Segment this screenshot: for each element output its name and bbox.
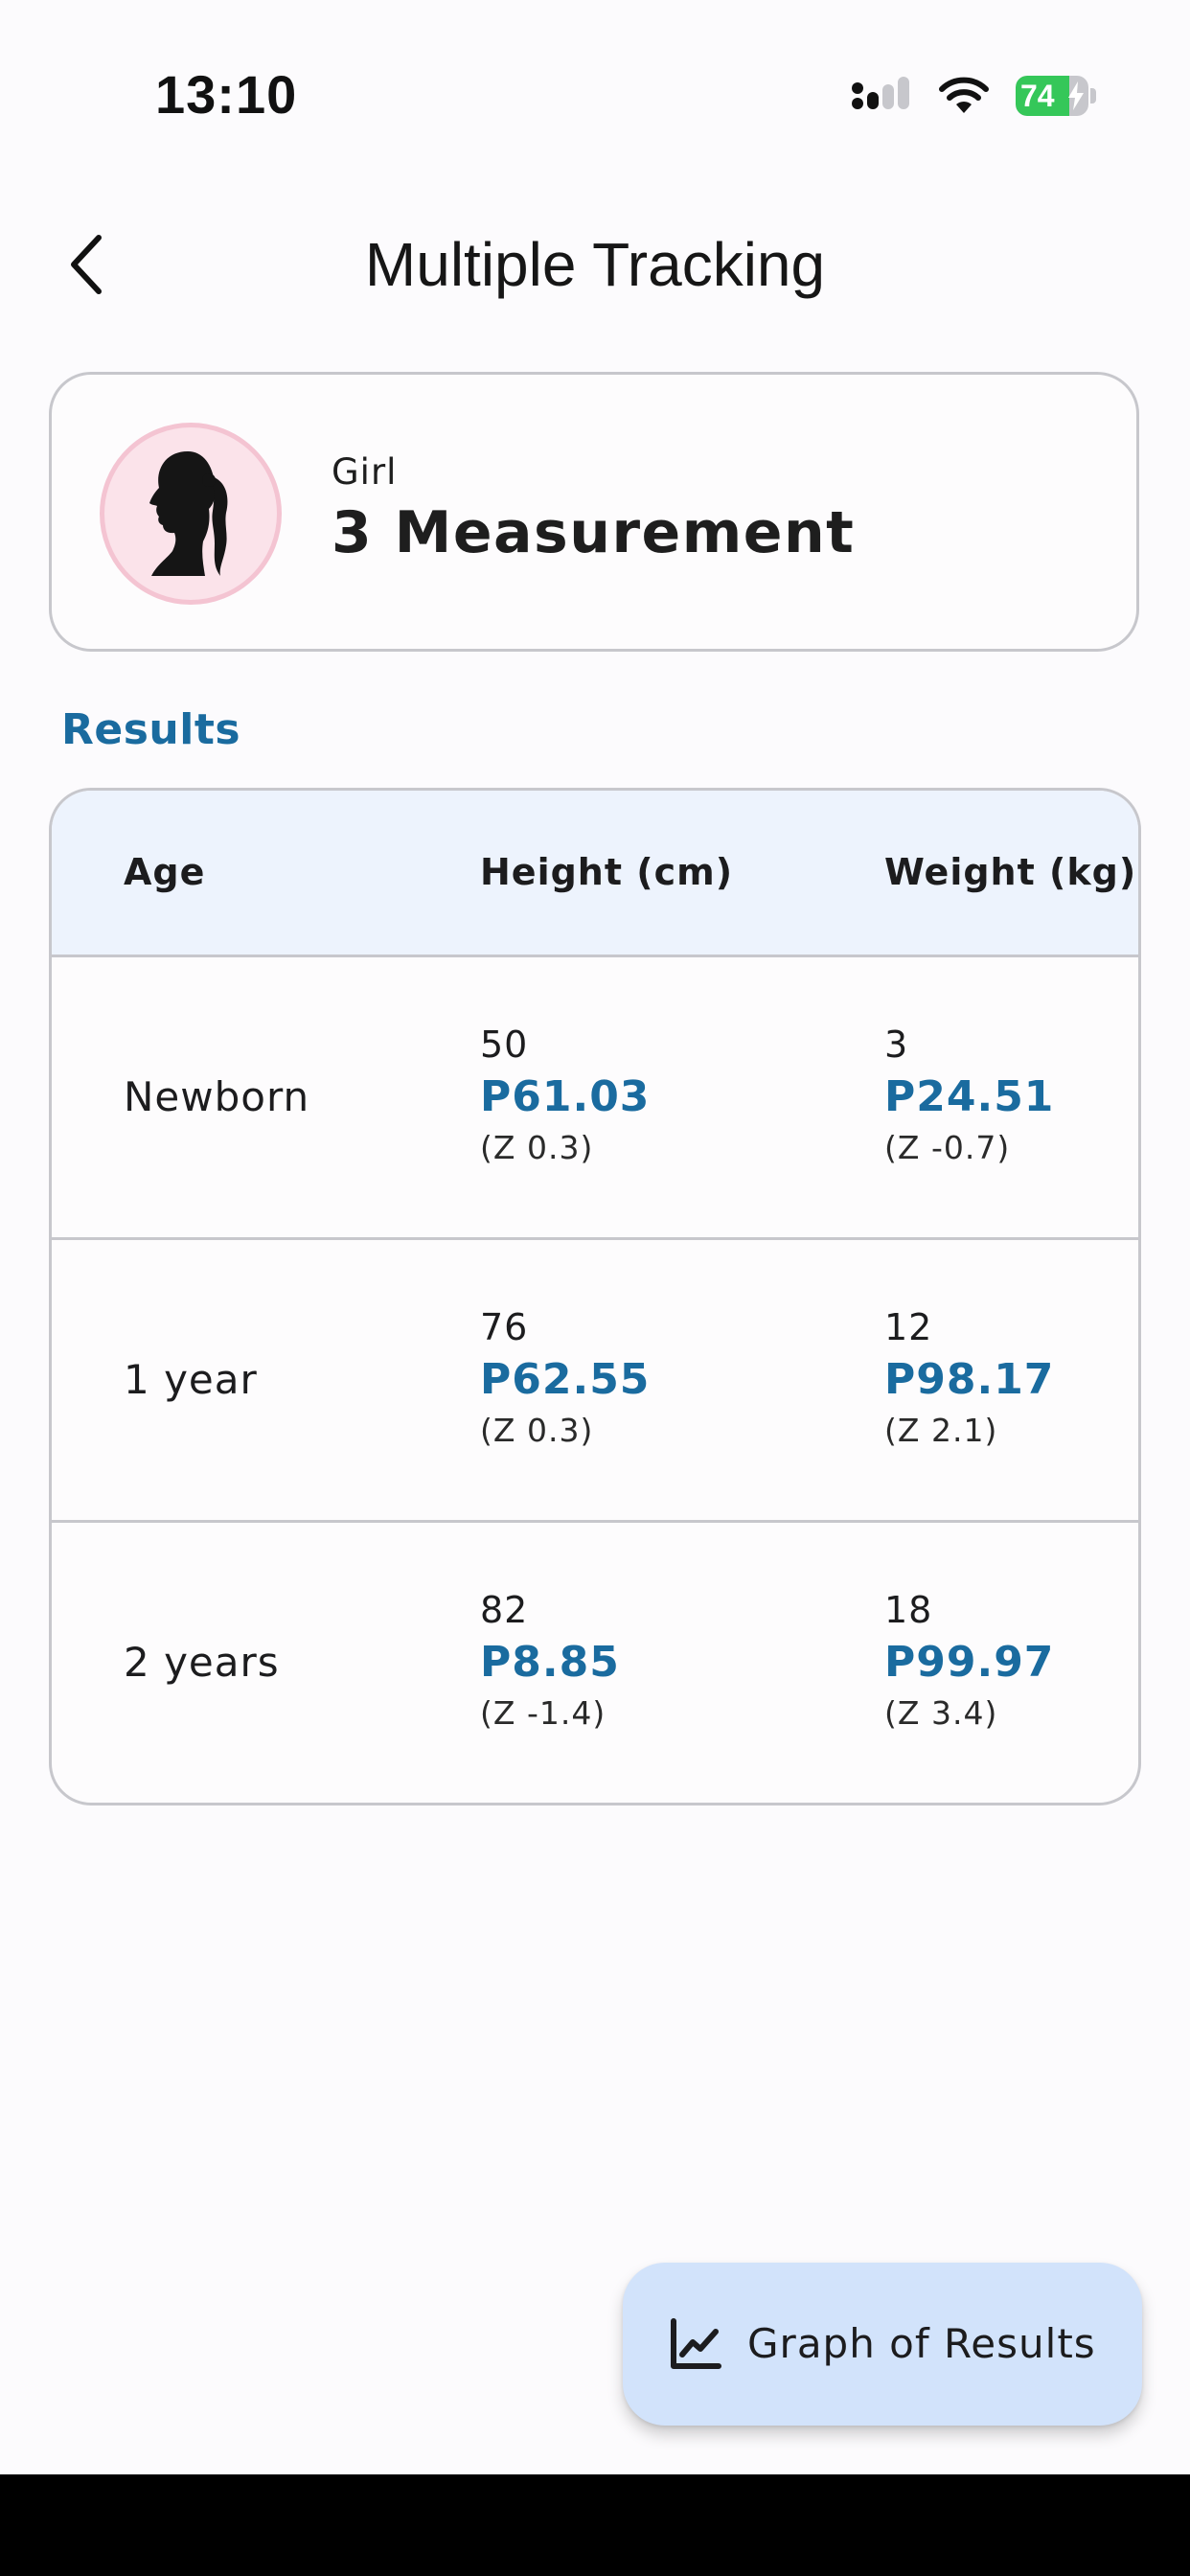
status-time: 13:10	[155, 64, 298, 125]
weight-percentile: P99.97	[884, 1638, 1055, 1687]
age-cell: Newborn	[124, 1073, 310, 1120]
weight-percentile: P98.17	[884, 1355, 1055, 1404]
weight-percentile: P24.51	[884, 1072, 1055, 1121]
weight-cell: 12 P98.17 (Z 2.1)	[884, 1303, 1138, 1453]
table-row: Newborn 50 P61.03 (Z 0.3) 3 P24.51 (Z -0…	[52, 957, 1138, 1240]
bottom-bar	[0, 2474, 1190, 2576]
height-z-score: (Z 0.3)	[480, 1412, 594, 1449]
column-header-weight: Weight (kg)	[884, 851, 1137, 893]
battery-indicator: 74	[1016, 76, 1096, 116]
age-cell: 1 year	[124, 1356, 258, 1403]
table-row: 1 year 76 P62.55 (Z 0.3) 12 P98.17 (Z 2.…	[52, 1240, 1138, 1523]
height-value: 76	[480, 1306, 529, 1348]
column-header-age: Age	[124, 851, 206, 893]
results-table: Age Height (cm) Weight (kg) Newborn 50 P…	[49, 788, 1141, 1806]
weight-z-score: (Z 2.1)	[884, 1412, 998, 1449]
battery-percent: 74	[1020, 79, 1055, 113]
weight-value: 12	[884, 1306, 933, 1348]
height-cell: 82 P8.85 (Z -1.4)	[480, 1586, 806, 1736]
column-header-height: Height (cm)	[480, 851, 734, 893]
table-header: Age Height (cm) Weight (kg)	[52, 791, 1138, 957]
weight-cell: 18 P99.97 (Z 3.4)	[884, 1586, 1138, 1736]
height-z-score: (Z -1.4)	[480, 1694, 606, 1732]
profile-card: Girl 3 Measurement	[49, 372, 1139, 652]
height-percentile: P62.55	[480, 1355, 651, 1404]
charging-bolt-icon	[1068, 81, 1084, 110]
wifi-icon	[939, 77, 989, 113]
weight-value: 3	[884, 1024, 909, 1066]
height-value: 50	[480, 1024, 529, 1066]
height-percentile: P61.03	[480, 1072, 651, 1121]
weight-value: 18	[884, 1589, 933, 1631]
weight-cell: 3 P24.51 (Z -0.7)	[884, 1021, 1138, 1170]
page-title: Multiple Tracking	[364, 230, 826, 299]
age-cell: 2 years	[124, 1639, 280, 1686]
results-section-title: Results	[61, 705, 241, 754]
weight-z-score: (Z 3.4)	[884, 1694, 998, 1732]
graph-of-results-label: Graph of Results	[747, 2320, 1096, 2367]
gender-label: Girl	[332, 451, 398, 493]
cellular-signal-icon	[852, 77, 909, 109]
girl-silhouette-icon	[149, 451, 228, 576]
graph-of-results-button[interactable]: Graph of Results	[623, 2263, 1142, 2426]
height-value: 82	[480, 1589, 529, 1631]
height-percentile: P8.85	[480, 1638, 620, 1687]
measurement-count: 3 Measurement	[332, 499, 856, 566]
line-chart-icon	[671, 2318, 721, 2369]
status-bar: 13:10 74	[0, 0, 1190, 192]
table-row: 2 years 82 P8.85 (Z -1.4) 18 P99.97 (Z 3…	[52, 1523, 1138, 1803]
avatar	[100, 423, 282, 605]
height-cell: 50 P61.03 (Z 0.3)	[480, 1021, 806, 1170]
chevron-left-icon	[71, 235, 102, 294]
status-icons: 74	[851, 73, 1096, 119]
weight-z-score: (Z -0.7)	[884, 1129, 1011, 1166]
back-button[interactable]	[52, 226, 119, 303]
height-z-score: (Z 0.3)	[480, 1129, 594, 1166]
height-cell: 76 P62.55 (Z 0.3)	[480, 1303, 806, 1453]
